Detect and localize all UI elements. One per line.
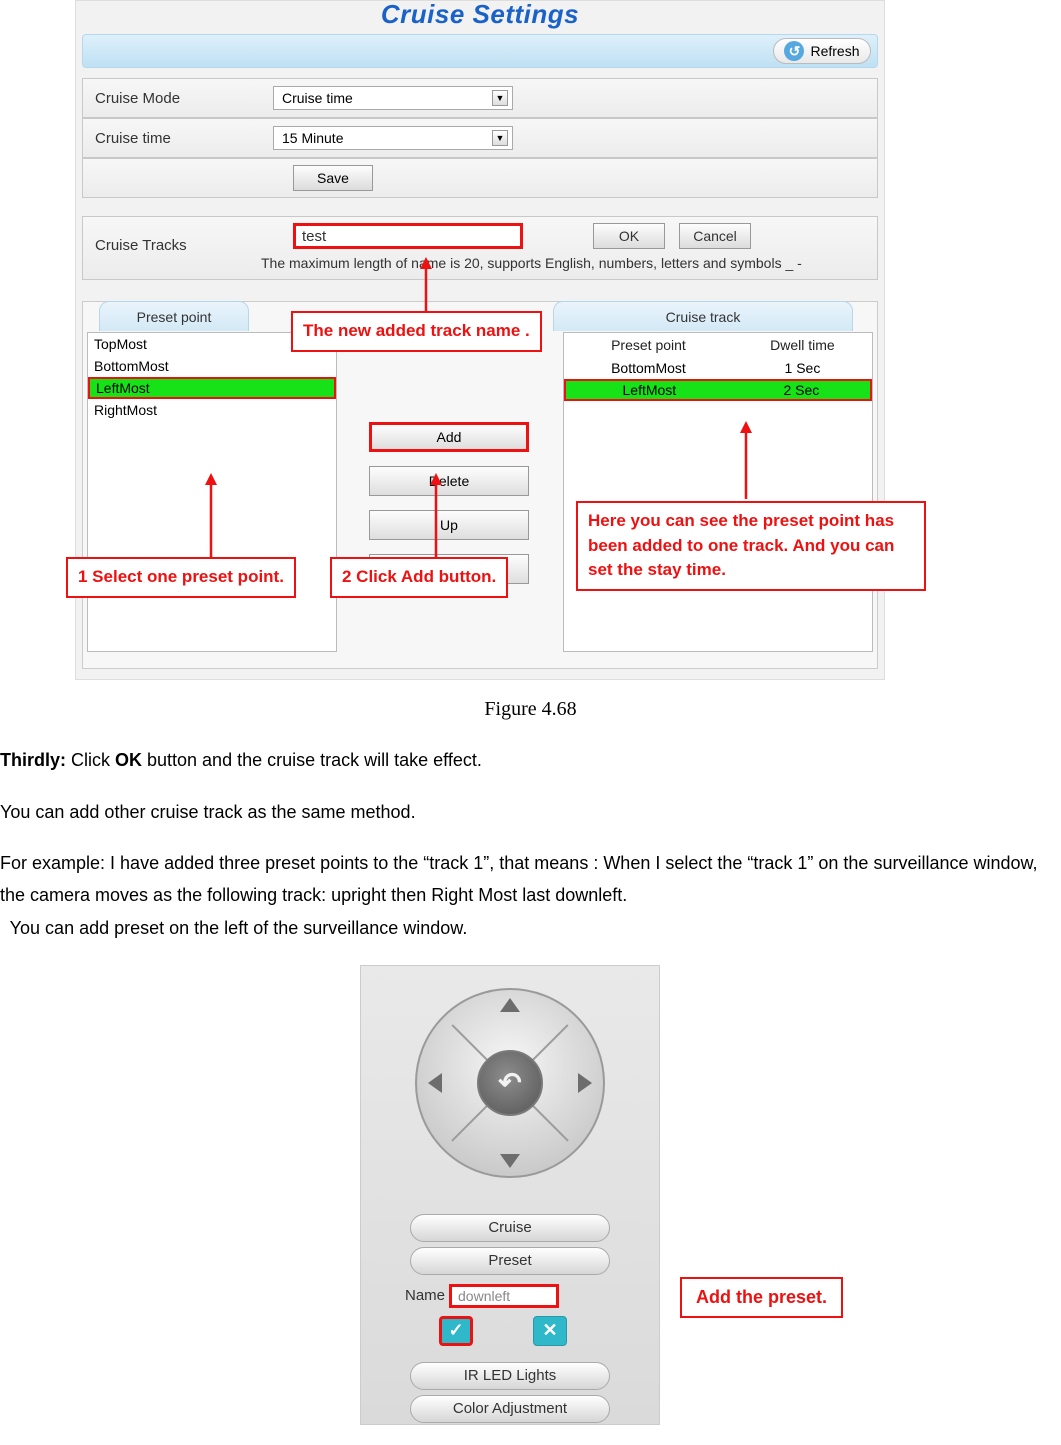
col-preset-point: Preset point — [564, 337, 733, 353]
add-label: Add — [437, 429, 462, 445]
doc-paragraph: For example: I have added three preset p… — [0, 848, 1061, 911]
text: button and the cruise track will take ef… — [142, 750, 482, 770]
arrow-icon — [726, 421, 766, 503]
cancel-label: Cancel — [693, 228, 737, 244]
tab-track-label: Cruise track — [666, 309, 741, 325]
ptz-left-icon[interactable] — [428, 1073, 442, 1093]
ptz-panel-screenshot-wrap: ↶ Cruise Preset Name downleft ✓ ✕ IR LED… — [0, 965, 1061, 1445]
figure-caption: Figure 4.68 — [0, 698, 1061, 721]
ok-button[interactable]: OK — [593, 223, 665, 249]
ok-label: OK — [619, 228, 639, 244]
ptz-down-icon[interactable] — [500, 1154, 520, 1168]
doc-paragraph: You can add preset on the left of the su… — [0, 913, 1061, 945]
ok-strong: OK — [115, 750, 142, 770]
row-cruise-time: Cruise time 15 Minute ▼ — [82, 118, 878, 158]
cell-point: LeftMost — [566, 382, 733, 398]
label-cruise-tracks: Cruise Tracks — [95, 237, 187, 254]
cruise-label: Cruise — [488, 1219, 531, 1236]
tab-cruise-track[interactable]: Cruise track — [553, 301, 853, 331]
arrow-icon — [406, 257, 446, 315]
doc-paragraph: You can add other cruise track as the sa… — [0, 797, 1061, 829]
row-cruise-mode: Cruise Mode Cruise time ▼ — [82, 78, 878, 118]
thirdly-label: Thirdly: — [0, 750, 66, 770]
tab-preset-point[interactable]: Preset point — [99, 301, 249, 331]
tab-preset-label: Preset point — [137, 309, 212, 325]
track-name-input[interactable]: test — [293, 223, 523, 249]
cruise-track-table: Preset point Dwell time BottomMost 1 Sec… — [563, 332, 873, 652]
anno-click-add: 2 Click Add button. — [330, 557, 508, 598]
ir-led-pill-button[interactable]: IR LED Lights — [410, 1362, 610, 1390]
anno-select-preset: 1 Select one preset point. — [66, 557, 296, 598]
select-cruise-time[interactable]: 15 Minute ▼ — [273, 126, 513, 150]
hint-text: The maximum length of name is 20, suppor… — [261, 255, 802, 271]
check-icon: ✓ — [448, 1320, 463, 1341]
add-button[interactable]: Add — [369, 422, 529, 452]
anno-see-preset: Here you can see the preset point has be… — [576, 501, 926, 591]
cancel-button[interactable]: Cancel — [679, 223, 751, 249]
save-label: Save — [317, 170, 349, 186]
preset-name-input[interactable]: downleft — [449, 1284, 559, 1308]
chevron-down-icon: ▼ — [492, 90, 508, 106]
arrow-icon — [416, 473, 456, 561]
page-title: Cruise Settings — [76, 0, 884, 30]
select-cruise-mode-value: Cruise time — [282, 90, 353, 106]
doc-body: Thirdly: Click OK button and the cruise … — [0, 745, 1061, 945]
list-item[interactable]: BottomMost — [88, 355, 336, 377]
ptz-wheel[interactable]: ↶ — [415, 988, 605, 1178]
select-cruise-mode[interactable]: Cruise time ▼ — [273, 86, 513, 110]
label-cruise-mode: Cruise Mode — [83, 90, 273, 107]
select-cruise-time-value: 15 Minute — [282, 130, 343, 146]
cell-dwell: 2 Sec — [733, 382, 870, 398]
confirm-preset-button[interactable]: ✓ — [439, 1316, 473, 1346]
ptz-panel-screenshot: ↶ Cruise Preset Name downleft ✓ ✕ IR LED… — [360, 965, 660, 1425]
list-item[interactable]: RightMost — [88, 399, 336, 421]
ptz-right-icon[interactable] — [578, 1073, 592, 1093]
cancel-preset-button[interactable]: ✕ — [533, 1316, 567, 1346]
table-row[interactable]: BottomMost 1 Sec — [564, 357, 872, 379]
list-item-selected[interactable]: LeftMost — [88, 377, 336, 399]
name-label: Name — [405, 1287, 445, 1304]
col-dwell-time: Dwell time — [733, 337, 872, 353]
preset-ok-cancel: ✓ ✕ — [439, 1316, 567, 1346]
anno-add-preset: Add the preset. — [680, 1277, 843, 1318]
arrow-icon — [191, 473, 231, 561]
save-button[interactable]: Save — [293, 165, 373, 191]
row-cruise-tracks: Cruise Tracks test OK Cancel The maximum… — [82, 216, 878, 280]
ptz-up-icon[interactable] — [500, 998, 520, 1012]
doc-paragraph: Thirdly: Click OK button and the cruise … — [0, 745, 1061, 777]
cell-point: BottomMost — [564, 360, 733, 376]
preset-name-row: Name downleft — [405, 1284, 559, 1308]
cruise-pill-button[interactable]: Cruise — [410, 1214, 610, 1242]
close-icon: ✕ — [542, 1320, 557, 1341]
preset-name-value: downleft — [458, 1288, 510, 1304]
refresh-label: Refresh — [810, 43, 859, 59]
cruise-settings-screenshot: Cruise Settings ↺ Refresh Cruise Mode Cr… — [75, 0, 885, 680]
refresh-button[interactable]: ↺ Refresh — [773, 38, 871, 64]
preset-pill-button[interactable]: Preset — [410, 1247, 610, 1275]
label-cruise-time: Cruise time — [83, 130, 273, 147]
ptz-reset-icon[interactable]: ↶ — [477, 1050, 543, 1116]
top-bar: ↺ Refresh — [82, 34, 878, 68]
refresh-icon: ↺ — [784, 41, 804, 61]
cell-dwell: 1 Sec — [733, 360, 872, 376]
preset-label: Preset — [488, 1252, 531, 1269]
table-row-selected[interactable]: LeftMost 2 Sec — [564, 379, 872, 401]
chevron-down-icon: ▼ — [492, 130, 508, 146]
row-save: Save — [82, 158, 878, 198]
table-header: Preset point Dwell time — [564, 333, 872, 357]
text: Click — [66, 750, 115, 770]
ir-label: IR LED Lights — [464, 1367, 557, 1384]
anno-new-track-name: The new added track name . — [291, 311, 542, 352]
track-name-value: test — [302, 228, 326, 245]
color-adjust-pill-button[interactable]: Color Adjustment — [410, 1395, 610, 1423]
